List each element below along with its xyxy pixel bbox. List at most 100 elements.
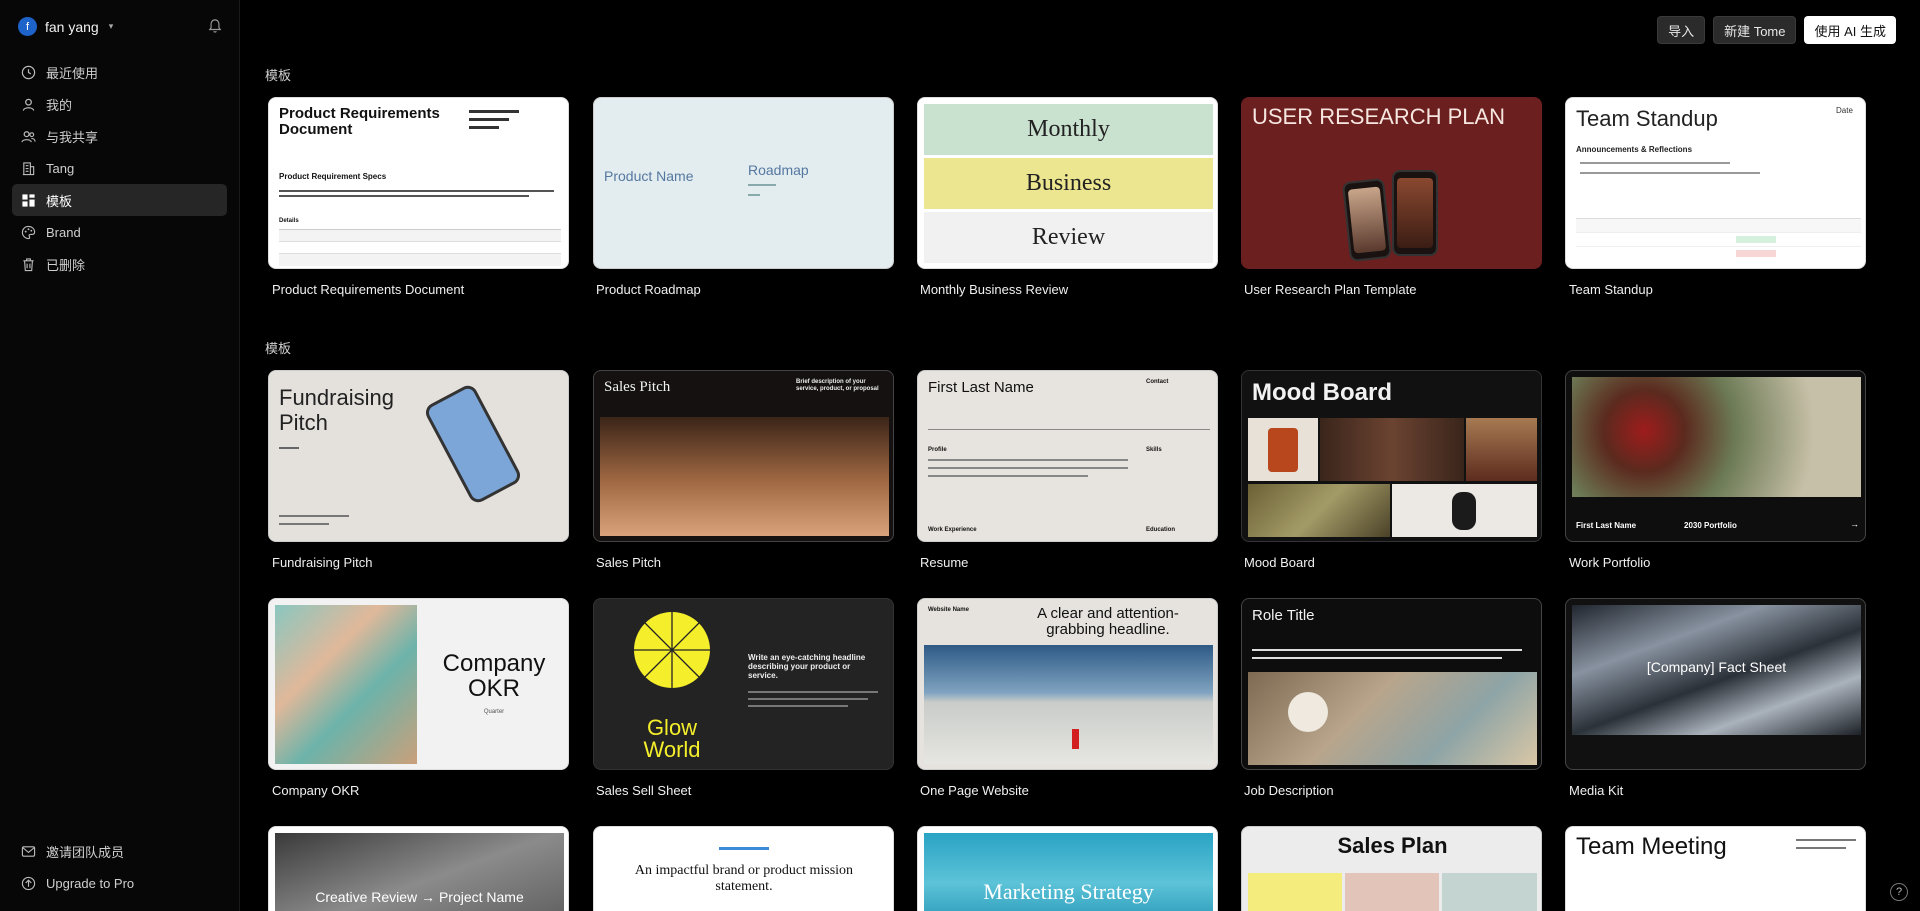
- thumb-title: USER RESEARCH PLAN: [1252, 104, 1506, 129]
- template-card-urp[interactable]: USER RESEARCH PLAN: [1241, 97, 1542, 269]
- arrow-right-icon: →: [1850, 519, 1859, 529]
- thumb-subtitle: Announcements & Reflections: [1576, 145, 1693, 154]
- template-card-mood-board[interactable]: Mood Board: [1241, 370, 1542, 542]
- thumb-title: Mood Board: [1252, 379, 1392, 406]
- trash-icon: [20, 256, 36, 272]
- template-card-sell-sheet[interactable]: Glow World Write an eye-catching headlin…: [593, 598, 894, 770]
- upgrade-button[interactable]: Upgrade to Pro: [12, 867, 227, 899]
- thumb-title: Team Standup: [1576, 106, 1718, 131]
- card-title: One Page Website: [920, 783, 1029, 798]
- thumb-label: Education: [1146, 527, 1176, 533]
- sidebar-item-brand[interactable]: Brand: [12, 216, 227, 248]
- building-icon: [20, 160, 36, 176]
- help-icon[interactable]: ?: [1890, 883, 1908, 901]
- sidebar: f fan yang ▾ 最近使用 我的 与我共享 Tang 模板 Brand: [0, 0, 240, 911]
- sidebar-item-label: 我的: [46, 97, 73, 113]
- sidebar-item-shared[interactable]: 与我共享: [12, 120, 227, 152]
- template-card-team-meeting[interactable]: Team Meeting: [1565, 826, 1866, 911]
- new-tome-button[interactable]: 新建 Tome: [1713, 16, 1797, 44]
- card-title: Product Roadmap: [596, 282, 701, 297]
- sidebar-item-templates[interactable]: 模板: [12, 184, 227, 216]
- thumb-title: Fundraising Pitch: [279, 385, 394, 435]
- thumb-label: Profile: [928, 447, 947, 453]
- card-title: Work Portfolio: [1569, 555, 1651, 570]
- template-card-roadmap[interactable]: Product Name Roadmap: [593, 97, 894, 269]
- thumb-title: Company OKR: [442, 650, 546, 702]
- thumb-label: Work Experience: [928, 527, 977, 533]
- card-title: Sales Pitch: [596, 555, 662, 570]
- template-card-website[interactable]: Website Name A clear and attention-grabb…: [917, 598, 1218, 770]
- thumb-label: Skills: [1146, 447, 1162, 453]
- thumb-title: Creative Review → Project Name: [315, 889, 524, 905]
- card-title: Monthly Business Review: [920, 282, 1069, 297]
- template-card-standup[interactable]: Team Standup Date Announcements & Reflec…: [1565, 97, 1866, 269]
- avatar: f: [18, 17, 37, 36]
- thumb-title: Product Requirements Document: [279, 105, 440, 138]
- thumb-label: Details: [279, 218, 299, 224]
- thumb-line: Monthly: [924, 104, 1213, 155]
- thumb-line: Review: [924, 212, 1213, 263]
- template-card-brand-mission[interactable]: An impactful brand or product mission st…: [593, 826, 894, 911]
- thumb-title: First Last Name: [928, 379, 1034, 396]
- sidebar-item-label: 已删除: [46, 257, 86, 273]
- template-card-media-kit[interactable]: [Company] Fact Sheet: [1565, 598, 1866, 770]
- thumb-subtitle: 2030 Portfolio: [1684, 521, 1737, 530]
- section-title: 模板: [265, 68, 292, 83]
- thumb-title: Sales Pitch: [604, 379, 671, 395]
- card-title: Mood Board: [1244, 555, 1315, 570]
- sun-graphic: [634, 612, 710, 688]
- thumb-subtitle: Roadmap: [748, 162, 809, 178]
- template-card-fundraising[interactable]: Fundraising Pitch: [268, 370, 569, 542]
- palette-icon: [20, 224, 36, 240]
- thumb-title: An impactful brand or product mission st…: [634, 863, 854, 894]
- template-card-job-description[interactable]: Role Title: [1241, 598, 1542, 770]
- sidebar-item-mine[interactable]: 我的: [12, 88, 227, 120]
- template-card-portfolio[interactable]: First Last Name 2030 Portfolio →: [1565, 370, 1866, 542]
- sidebar-item-deleted[interactable]: 已删除: [12, 248, 227, 280]
- thumb-headline: Write an eye-catching headline describin…: [748, 653, 866, 680]
- chevron-down-icon: ▾: [108, 21, 114, 31]
- user-icon: [20, 96, 36, 112]
- sidebar-item-label: Brand: [46, 224, 81, 240]
- template-card-okr[interactable]: Company OKR Quarter: [268, 598, 569, 770]
- thumb-title: Glow World: [643, 715, 701, 762]
- card-title: Product Requirements Document: [272, 282, 465, 297]
- sidebar-item-label: 模板: [46, 193, 73, 209]
- user-name: fan yang: [45, 18, 99, 35]
- sidebar-item-tang[interactable]: Tang: [12, 152, 227, 184]
- card-title: Job Description: [1244, 783, 1334, 798]
- card-title: Media Kit: [1569, 783, 1624, 798]
- template-card-marketing[interactable]: Marketing Strategy: [917, 826, 1218, 911]
- sidebar-item-recent[interactable]: 最近使用: [12, 56, 227, 88]
- template-card-sales-plan[interactable]: Sales Plan: [1241, 826, 1542, 911]
- user-menu[interactable]: f fan yang ▾: [18, 17, 222, 36]
- clock-icon: [20, 64, 36, 80]
- sidebar-item-label: Upgrade to Pro: [46, 875, 135, 891]
- thumb-subtitle: Quarter: [483, 709, 505, 715]
- thumb-title: [Company] Fact Sheet: [1646, 659, 1787, 675]
- ai-generate-button[interactable]: 使用 AI 生成: [1804, 16, 1896, 44]
- template-card-creative-review[interactable]: Creative Review → Project Name: [268, 826, 569, 911]
- bell-icon[interactable]: [208, 18, 222, 34]
- thumb-title: Role Title: [1252, 607, 1315, 624]
- thumb-title: Product Name: [604, 168, 694, 184]
- thumb-date: Date: [1836, 106, 1853, 115]
- template-card-sales-pitch[interactable]: Sales Pitch Brief description of your se…: [593, 370, 894, 542]
- sidebar-item-label: 最近使用: [46, 65, 99, 81]
- thumb-title: A clear and attention-grabbing headline.: [1037, 605, 1179, 638]
- template-card-resume[interactable]: First Last Name Contact Profile Skills W…: [917, 370, 1218, 542]
- users-icon: [20, 128, 36, 144]
- sidebar-bottom: 邀请团队成员 Upgrade to Pro: [12, 835, 227, 899]
- card-title: Company OKR: [272, 783, 360, 798]
- import-button[interactable]: 导入: [1657, 16, 1706, 44]
- invite-team-button[interactable]: 邀请团队成员: [12, 835, 227, 867]
- thumb-title: Marketing Strategy: [983, 879, 1154, 904]
- template-card-prd[interactable]: Product Requirements Document Product Re…: [268, 97, 569, 269]
- thumb-line: Business: [924, 158, 1213, 209]
- card-title: User Research Plan Template: [1244, 282, 1417, 297]
- sidebar-item-label: 邀请团队成员: [46, 844, 125, 860]
- card-title: Resume: [920, 555, 969, 570]
- top-actions: 导入 新建 Tome 使用 AI 生成: [1657, 16, 1896, 44]
- thumb-label: Website Name: [928, 607, 969, 613]
- template-card-mbr[interactable]: Monthly Business Review: [917, 97, 1218, 269]
